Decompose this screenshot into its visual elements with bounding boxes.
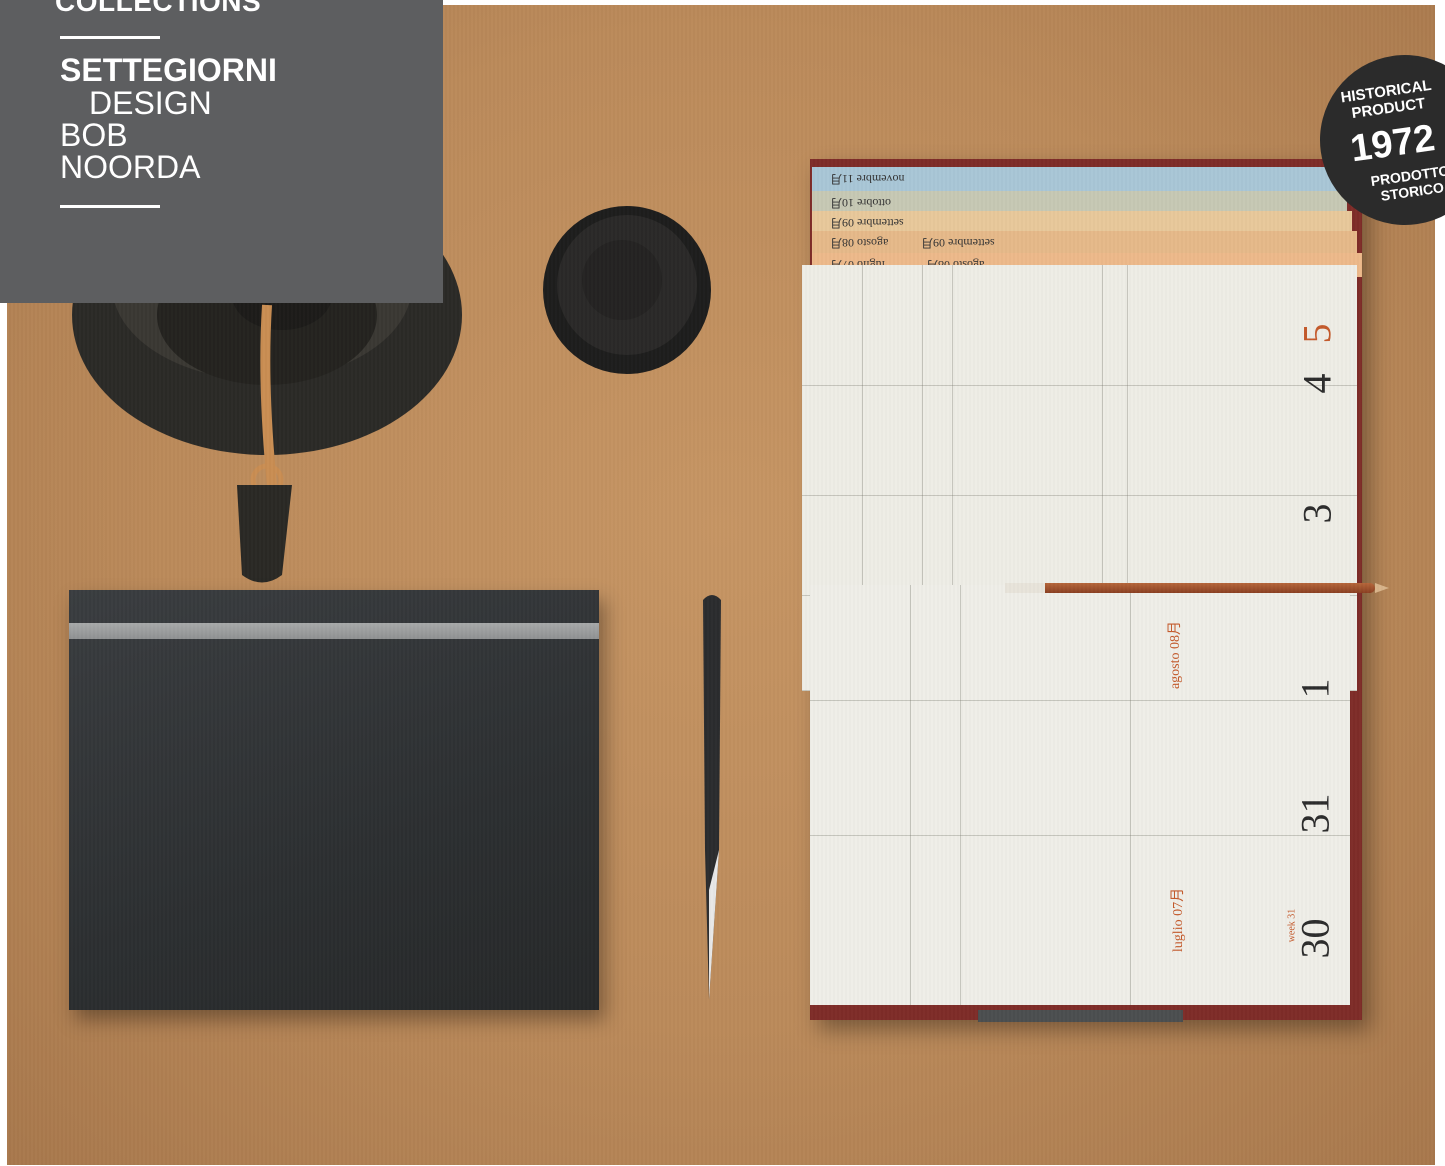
diary-page-top: 5 4 3 bbox=[802, 265, 1357, 691]
tab-settembre-a: settembre 09月 bbox=[812, 211, 1352, 235]
brand-box: COLLECTIONS SETTEGIORNI DESIGN BOB NOORD… bbox=[0, 0, 443, 303]
product-name: SETTEGIORNI bbox=[60, 52, 277, 88]
designer-last-name: NOORDA bbox=[60, 149, 201, 185]
diary-page-bottom: 1 31 30 agosto 08月 luglio 07月 week 31 bbox=[810, 585, 1350, 1005]
divider bbox=[60, 205, 160, 208]
day-number: 1 bbox=[1292, 678, 1338, 699]
tab-luglio: luglio 07月 bbox=[812, 253, 1362, 277]
diary-strap bbox=[978, 1010, 1183, 1022]
tab-agosto-b: agosto 08月 bbox=[926, 258, 985, 272]
designer-first-name: BOB bbox=[60, 117, 128, 153]
diary-cover bbox=[810, 159, 1362, 1020]
tea-bowl bbox=[543, 206, 711, 374]
tab-ottobre: ottobre 10月 bbox=[812, 191, 1347, 215]
day-number: 4 bbox=[1294, 373, 1340, 394]
day-number: 30 bbox=[1292, 918, 1338, 959]
design-label: DESIGN bbox=[89, 85, 212, 121]
open-diary: novembre 11月 ottobre 10月 settembre 09月 a… bbox=[802, 155, 1362, 1022]
paper-knife bbox=[703, 595, 721, 1000]
tab-novembre: novembre 11月 bbox=[812, 167, 1342, 191]
day-number: 5 bbox=[1294, 323, 1340, 344]
day-number: 31 bbox=[1292, 793, 1338, 834]
collections-heading: COLLECTIONS bbox=[55, 0, 262, 17]
month-label: luglio 07月 bbox=[1171, 887, 1187, 953]
tab-agosto-a: agosto 08月 bbox=[812, 231, 1357, 255]
elastic-band bbox=[69, 623, 599, 639]
week-label: week 31 bbox=[1286, 908, 1298, 943]
pencil bbox=[1005, 583, 1389, 593]
month-label: agosto 08月 bbox=[1168, 620, 1184, 690]
tab-settembre-b: settembre 09月 bbox=[921, 236, 995, 250]
badge-year: 1972 bbox=[1347, 117, 1438, 171]
divider bbox=[60, 36, 160, 39]
closed-agenda bbox=[69, 590, 599, 1010]
day-number: 3 bbox=[1294, 503, 1340, 524]
